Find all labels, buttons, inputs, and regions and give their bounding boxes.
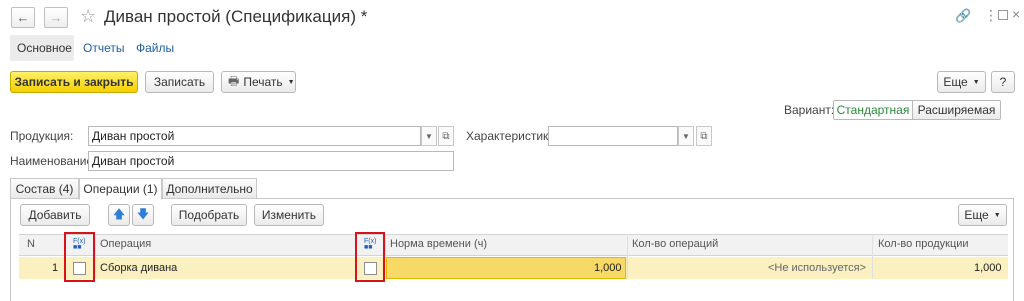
variant-extended[interactable]: Расширяемая	[913, 100, 1001, 120]
maximize-icon[interactable]	[998, 10, 1008, 20]
more-vertical-icon[interactable]: ⋮	[984, 7, 998, 24]
characteristic-dropdown-button[interactable]: ▼	[678, 126, 694, 146]
arrow-left-icon: ←	[16, 10, 30, 25]
tab-files[interactable]: Файлы	[136, 41, 174, 55]
table-header	[19, 234, 1008, 256]
grid-more-label: Еще	[964, 208, 989, 222]
characteristic-field[interactable]	[548, 126, 678, 146]
move-down-button[interactable]: 🡇	[132, 204, 154, 226]
arrow-up-icon: 🡅	[112, 206, 126, 221]
back-button[interactable]: ←	[11, 7, 35, 28]
op-count-cell: <Не используется>	[768, 262, 867, 274]
tab-operations[interactable]: Операции (1)	[79, 178, 162, 200]
column-header-n[interactable]: N	[27, 238, 35, 250]
link-icon[interactable]: 🔗	[955, 8, 971, 24]
tab-main-label: Основное	[17, 41, 72, 55]
time-norm-cell[interactable]	[386, 257, 626, 279]
help-button[interactable]: ?	[991, 71, 1015, 93]
printer-icon: 🖶	[228, 73, 240, 88]
column-header-time-norm[interactable]: Норма времени (ч)	[390, 238, 487, 250]
save-and-close-button[interactable]: Записать и закрыть	[10, 71, 138, 93]
column-divider	[872, 234, 873, 279]
dropdown-arrow-icon: ▼	[972, 78, 980, 86]
product-field[interactable]: Диван простой	[88, 126, 421, 146]
tab-reports[interactable]: Отчеты	[83, 41, 124, 55]
column-divider	[627, 234, 628, 279]
close-icon[interactable]: ×	[1012, 6, 1020, 22]
annotation-highlight-box	[355, 232, 385, 282]
star-icon[interactable]: ☆	[80, 6, 96, 27]
move-up-button[interactable]: 🡅	[108, 204, 130, 226]
time-norm-value: 1,000	[594, 262, 622, 274]
product-label: Продукция:	[10, 129, 74, 143]
column-header-op-count[interactable]: Кол-во операций	[632, 238, 718, 250]
characteristic-open-button[interactable]: ⧉	[696, 126, 712, 146]
change-button[interactable]: Изменить	[254, 204, 324, 226]
annotation-highlight-box	[64, 232, 95, 282]
page-title: Диван простой (Спецификация) *	[104, 7, 368, 26]
row-number: 1	[52, 262, 59, 274]
arrow-right-icon: →	[49, 10, 63, 25]
save-button[interactable]: Записать	[145, 71, 214, 93]
characteristic-label: Характеристика:	[466, 129, 559, 143]
column-divider	[385, 234, 386, 279]
grid-more-button[interactable]: Еще ▼	[958, 204, 1007, 226]
print-button[interactable]: 🖶 Печать ▼	[221, 71, 296, 93]
dropdown-arrow-icon: ▼	[287, 78, 295, 86]
column-header-product-count[interactable]: Кол-во продукции	[878, 238, 969, 250]
tab-additional[interactable]: Дополнительно	[162, 178, 257, 199]
variant-label: Вариант:	[784, 103, 835, 117]
arrow-down-icon: 🡇	[136, 206, 150, 221]
print-label: Печать	[243, 75, 283, 89]
dropdown-arrow-icon: ▼	[993, 211, 1001, 219]
more-label: Еще	[943, 75, 968, 89]
forward-button[interactable]: →	[44, 7, 68, 28]
column-header-operation[interactable]: Операция	[100, 238, 151, 250]
add-button[interactable]: Добавить	[20, 204, 90, 226]
variant-standard[interactable]: Стандартная	[833, 100, 913, 120]
pick-button[interactable]: Подобрать	[171, 204, 247, 226]
product-open-button[interactable]: ⧉	[438, 126, 454, 146]
operation-cell: Сборка дивана	[100, 262, 178, 274]
tab-composition[interactable]: Состав (4)	[10, 178, 79, 199]
name-field[interactable]: Диван простой	[88, 151, 454, 171]
product-count-cell: 1,000	[974, 262, 1002, 274]
column-divider	[95, 234, 96, 279]
product-dropdown-button[interactable]: ▼	[421, 126, 437, 146]
name-label: Наименование:	[10, 154, 97, 168]
more-button[interactable]: Еще ▼	[937, 71, 986, 93]
